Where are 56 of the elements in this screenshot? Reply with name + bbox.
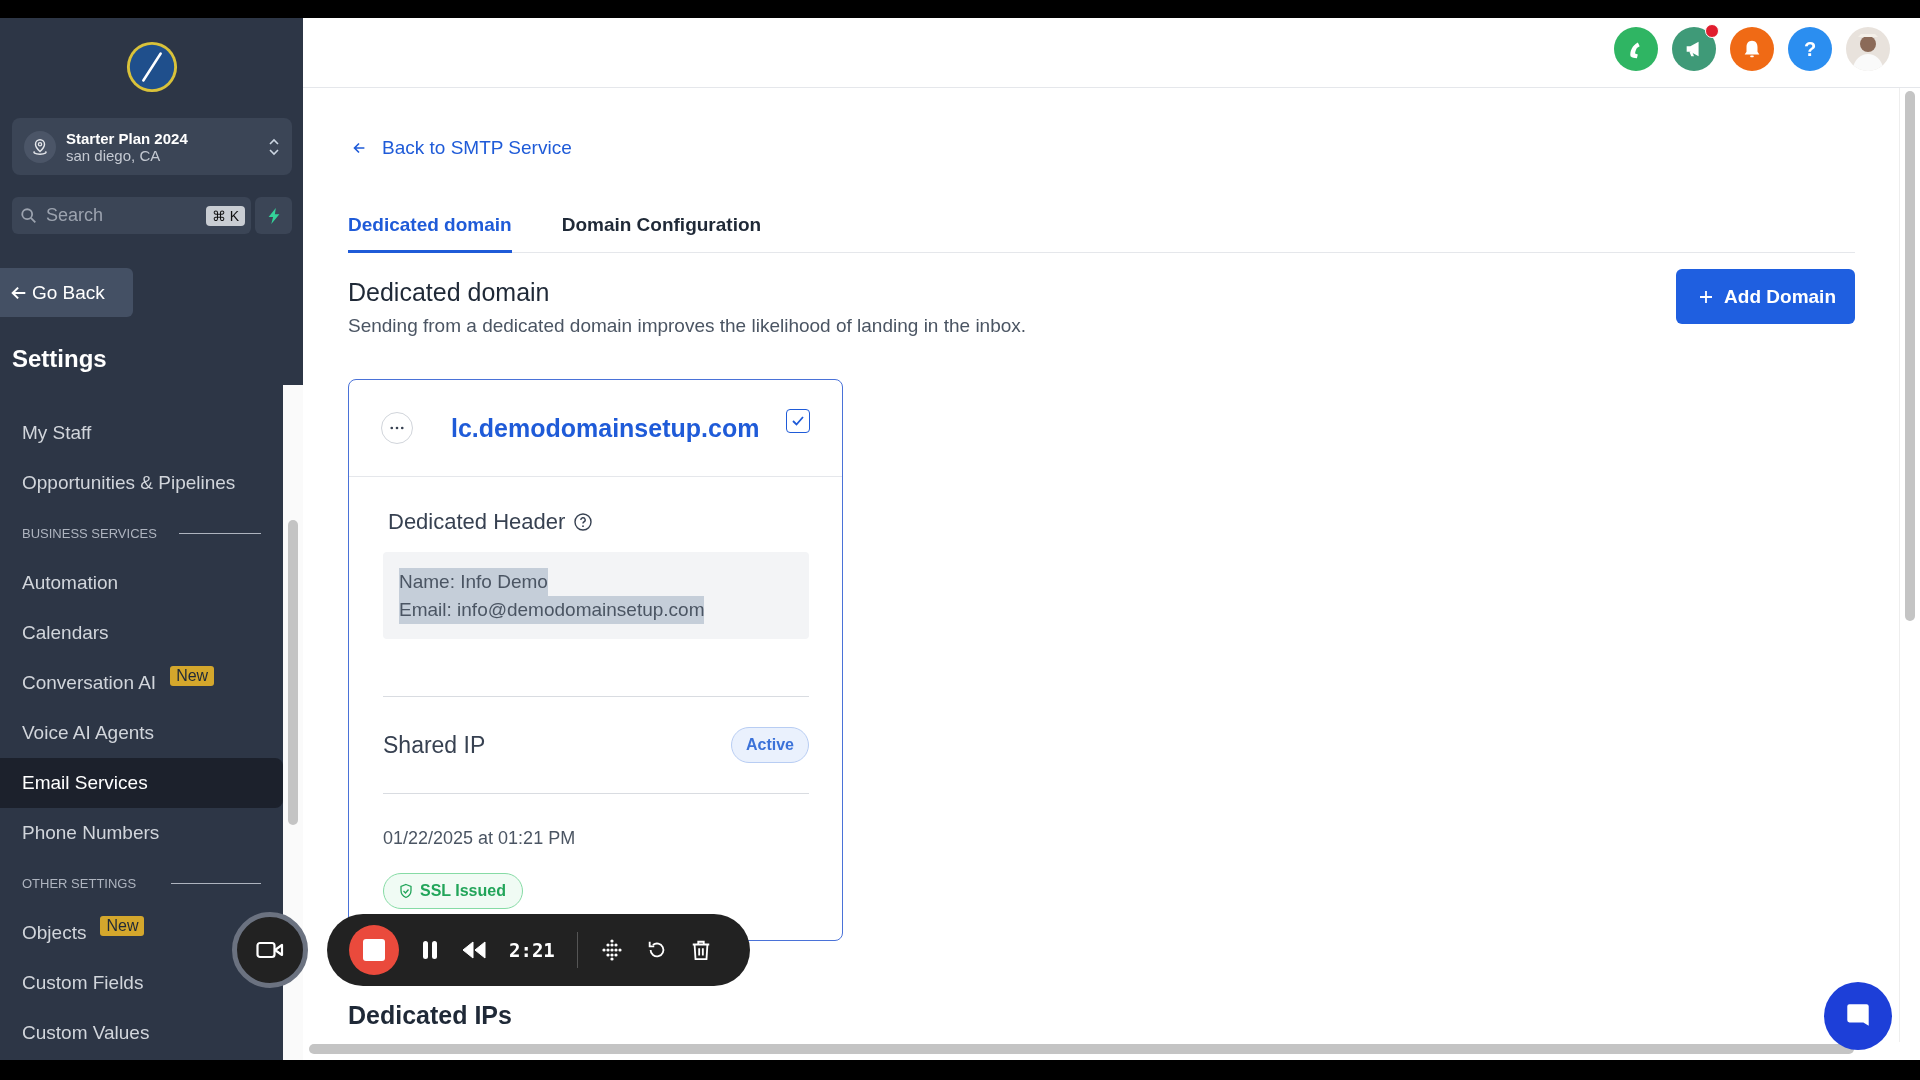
phone-button[interactable] [1614, 27, 1658, 71]
checkbox[interactable] [786, 409, 810, 433]
ssl-badge: SSL Issued [383, 873, 523, 909]
date-text: 01/22/2025 at 01:21 PM [383, 828, 577, 849]
chevron-updown-icon [268, 136, 280, 157]
tab[interactable]: Domain Configuration [561, 214, 762, 253]
account-location: san diego, CA [66, 146, 162, 164]
plus-icon [1698, 288, 1715, 305]
ip-label: Shared IP [383, 731, 486, 759]
section-title: Dedicated IPs [348, 1001, 513, 1030]
recording-timer: 2:21 [509, 939, 555, 961]
sidebar-item[interactable]: Automation [0, 558, 141, 608]
account-switcher[interactable]: Starter Plan 2024 san diego, CA [12, 118, 292, 175]
scrollbar-thumb[interactable] [309, 1044, 1854, 1054]
section-label: OTHER SETTINGS [22, 875, 137, 891]
quick-action-button[interactable] [255, 197, 292, 234]
sidebar-item[interactable]: Custom Fields [0, 958, 166, 1008]
sidebar-item[interactable]: Voice AI Agents [0, 708, 177, 758]
tab[interactable]: Dedicated domain [348, 214, 512, 253]
avatar[interactable] [1846, 27, 1890, 71]
sidebar-item[interactable]: Custom Values [0, 1008, 172, 1058]
video-camera-icon [256, 940, 284, 960]
shield-check-icon [398, 883, 414, 899]
rewind-icon[interactable] [461, 941, 487, 959]
scrollbar-thumb[interactable] [288, 520, 298, 825]
sidebar-item[interactable]: My Staff [0, 408, 114, 458]
search-input[interactable]: Search [44, 204, 200, 227]
scrollbar-thumb[interactable] [1905, 91, 1915, 621]
section-description: Sending from a dedicated domain improves the likelihood of landing in the inbox. [348, 315, 1027, 337]
back-link[interactable]: Back to SMTP Service [350, 137, 572, 159]
new-badge: New [100, 916, 145, 936]
shortcut-hint: ⌘ K [205, 205, 245, 226]
pause-icon[interactable] [421, 940, 439, 960]
section-title: Dedicated domain [348, 278, 551, 307]
section-label: BUSINESS SERVICES [22, 525, 157, 541]
location-icon [31, 137, 49, 156]
sidebar-item[interactable]: Opportunities & Pipelines [0, 458, 258, 508]
logo-icon [124, 40, 179, 94]
go-back-button[interactable]: Go Back [0, 268, 133, 317]
field-label: Dedicated Header [388, 509, 566, 535]
help-icon [573, 512, 594, 532]
search-field[interactable]: Search ⌘ K [12, 197, 251, 234]
stop-icon [363, 939, 385, 961]
bell-button[interactable] [1730, 27, 1774, 71]
account-name: Starter Plan 2024 [66, 129, 189, 147]
new-badge: New [170, 666, 215, 686]
ellipsis-icon [390, 426, 404, 430]
add-domain-button[interactable]: Add Domain [1676, 269, 1855, 324]
sidebar-item[interactable]: Phone Numbers [0, 808, 182, 858]
megaphone-button[interactable] [1672, 27, 1716, 71]
sidebar-item[interactable]: Calendars [0, 608, 131, 658]
status-badge: Active [730, 727, 809, 763]
domain-name[interactable]: lc.demodomainsetup.com [451, 413, 780, 443]
sidebar-title: Settings [12, 345, 108, 374]
search-icon [20, 206, 38, 225]
stop-button[interactable] [349, 925, 399, 975]
